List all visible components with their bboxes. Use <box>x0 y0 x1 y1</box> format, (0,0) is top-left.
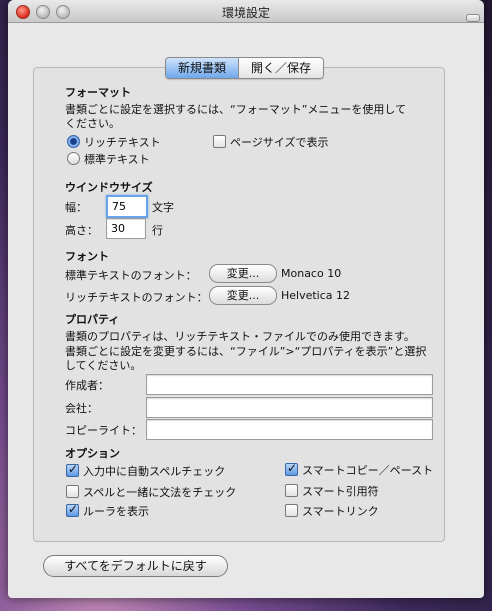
rich-text-label: リッチテキスト <box>84 136 161 149</box>
auto-spellcheck-checkbox[interactable] <box>66 462 79 477</box>
plain-font-change-button[interactable]: 変更... <box>209 264 277 283</box>
restore-defaults-button[interactable]: すべてをデフォルトに戻す <box>43 555 228 577</box>
rich-font-value: Helvetica 12 <box>281 289 351 302</box>
author-input[interactable] <box>147 375 432 394</box>
title-bar[interactable]: 環境設定 <box>8 0 484 23</box>
properties-description-line3: してください。 <box>65 359 142 372</box>
rich-font-label: リッチテキストのフォント： <box>65 291 208 304</box>
font-heading: フォント <box>65 250 109 263</box>
page-size-label: ページサイズで表示 <box>230 136 329 149</box>
smart-quotes-checkbox[interactable] <box>285 484 298 497</box>
format-description-line2: ください。 <box>65 117 120 130</box>
height-label: 高さ： <box>65 224 98 237</box>
toolbar-toggle-button[interactable] <box>466 14 480 22</box>
height-field[interactable] <box>106 218 146 239</box>
properties-description-line1: 書類のプロパティは、リッチテキスト・ファイルでのみ使用できます。 <box>65 330 415 343</box>
tab-new-document[interactable]: 新規書類 <box>166 58 240 78</box>
plain-text-radio[interactable] <box>67 152 80 165</box>
properties-heading: プロパティ <box>65 313 120 326</box>
plain-font-value: Monaco 10 <box>281 267 342 280</box>
show-ruler-label: ルーラを表示 <box>83 505 149 518</box>
show-ruler-checkbox[interactable] <box>66 502 79 517</box>
copyright-label: コピーライト： <box>65 424 142 437</box>
format-heading: フォーマット <box>65 86 131 99</box>
company-label: 会社： <box>65 402 98 415</box>
options-heading: オプション <box>65 447 120 460</box>
copyright-field[interactable] <box>146 419 433 440</box>
grammar-check-label: スペルと一緒に文法をチェック <box>83 486 237 499</box>
plain-font-label: 標準テキストのフォント： <box>65 269 197 282</box>
smart-links-checkbox[interactable] <box>285 504 298 517</box>
window-size-heading: ウインドウサイズ <box>65 181 153 194</box>
rich-text-radio[interactable] <box>67 135 80 148</box>
copyright-input[interactable] <box>147 420 432 439</box>
window-title: 環境設定 <box>221 6 270 20</box>
smart-links-label: スマートリンク <box>302 505 379 518</box>
smart-copy-paste-label: スマートコピー／ペースト <box>302 464 434 477</box>
height-input[interactable] <box>107 219 145 238</box>
smart-quotes-label: スマート引用符 <box>302 485 379 498</box>
rich-font-change-button[interactable]: 変更... <box>209 286 277 305</box>
author-field[interactable] <box>146 374 433 395</box>
width-label: 幅： <box>65 201 87 214</box>
author-label: 作成者： <box>65 379 109 392</box>
tab-control: 新規書類 開く／保存 <box>165 57 325 79</box>
width-unit: 文字 <box>152 201 174 214</box>
company-field[interactable] <box>146 397 433 418</box>
height-unit: 行 <box>152 224 163 237</box>
company-input[interactable] <box>147 398 432 417</box>
width-input[interactable] <box>108 197 146 216</box>
width-field[interactable] <box>106 195 148 218</box>
page-size-checkbox[interactable] <box>213 135 226 148</box>
plain-text-label: 標準テキスト <box>84 153 150 166</box>
auto-spellcheck-label: 入力中に自動スペルチェック <box>83 465 226 478</box>
smart-copy-paste-checkbox[interactable] <box>285 461 298 476</box>
tab-open-save[interactable]: 開く／保存 <box>239 58 324 78</box>
grammar-check-checkbox[interactable] <box>66 485 79 498</box>
